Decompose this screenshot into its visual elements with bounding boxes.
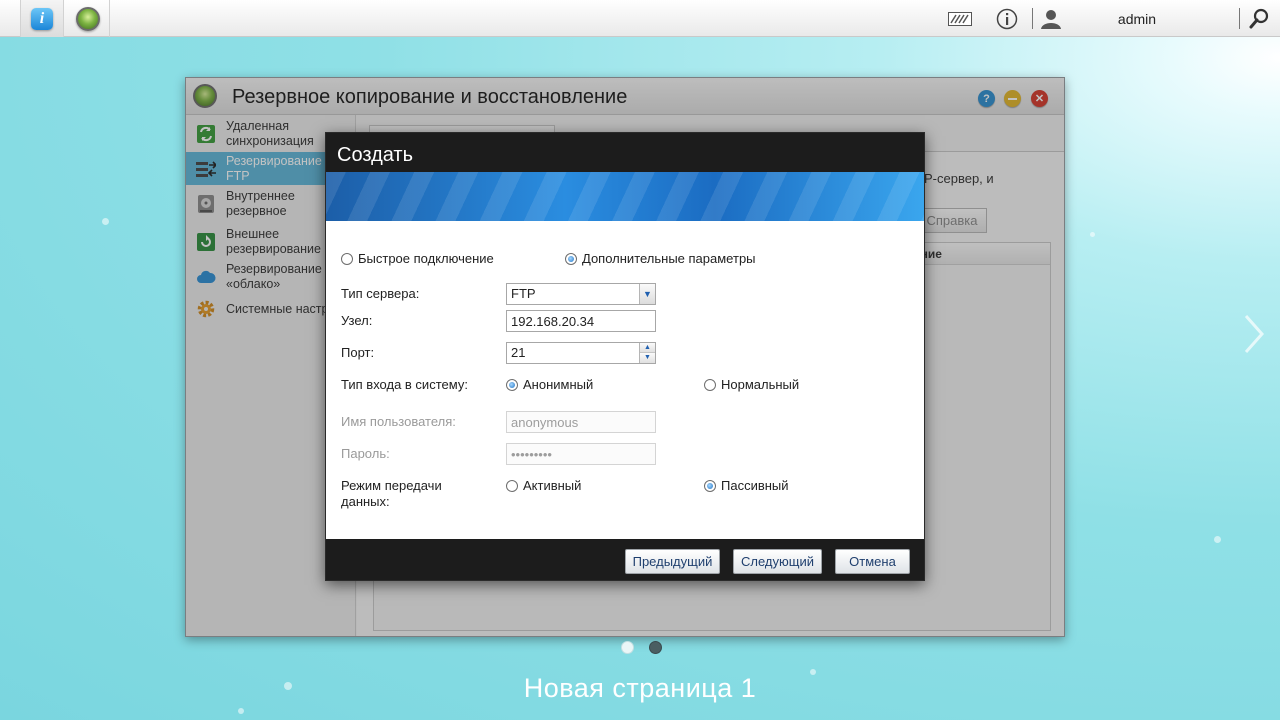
username-label[interactable]: admin — [1100, 0, 1174, 37]
monitor-button[interactable] — [946, 0, 974, 37]
port-spin-buttons[interactable]: ▲ ▼ — [639, 343, 655, 363]
passive-mode-label[interactable]: Пассивный — [721, 478, 789, 493]
taskbar-app-info[interactable]: i — [20, 0, 64, 37]
next-button[interactable]: Следующий — [733, 549, 822, 574]
info-icon: i — [31, 7, 53, 30]
chevron-right-icon[interactable] — [1244, 314, 1264, 354]
quick-connect-radio[interactable] — [341, 253, 353, 265]
dialog-banner — [326, 172, 924, 221]
transfer-mode-label: Режим передачи данных: — [341, 478, 442, 509]
topbar-separator — [1239, 8, 1240, 29]
chevron-down-icon[interactable]: ▼ — [640, 353, 655, 363]
search-icon — [1249, 8, 1269, 28]
dialog-footer: Предыдущий Следующий Отмена — [326, 539, 924, 580]
active-mode-label[interactable]: Активный — [523, 478, 581, 493]
create-dialog: Создать Быстрое подключение Дополнительн… — [325, 132, 925, 581]
previous-button[interactable]: Предыдущий — [625, 549, 720, 574]
background-bubble — [102, 218, 109, 225]
taskbar-app-backup[interactable] — [66, 0, 110, 37]
password-input[interactable] — [506, 443, 656, 465]
dialog-title: Создать — [337, 144, 414, 166]
page-indicator-2[interactable] — [649, 641, 662, 654]
quick-connect-label[interactable]: Быстрое подключение — [358, 251, 494, 266]
info-circle-icon — [996, 8, 1018, 29]
background-bubble — [1214, 536, 1221, 543]
host-label: Узел: — [341, 313, 373, 328]
host-input[interactable] — [506, 310, 656, 332]
anonymous-login-label[interactable]: Анонимный — [523, 377, 593, 392]
dialog-header[interactable]: Создать — [326, 133, 924, 172]
system-info-button[interactable] — [994, 0, 1020, 37]
top-bar: i admin — [0, 0, 1280, 37]
port-value: 21 — [511, 345, 526, 360]
advanced-params-label[interactable]: Дополнительные параметры — [582, 251, 756, 266]
backup-restore-icon — [75, 6, 100, 31]
username-label: Имя пользователя: — [341, 414, 456, 429]
page-caption: Новая страница 1 — [523, 673, 757, 703]
port-label: Порт: — [341, 345, 375, 360]
chevron-down-icon[interactable]: ▼ — [639, 284, 655, 304]
background-bubble — [1090, 232, 1095, 237]
password-label: Пароль: — [341, 446, 390, 461]
cancel-button[interactable]: Отмена — [835, 549, 910, 574]
user-icon — [1041, 9, 1061, 29]
server-type-label: Тип сервера: — [341, 286, 420, 301]
port-stepper[interactable]: 21 ▲ ▼ — [506, 342, 656, 364]
username-input[interactable] — [506, 411, 656, 433]
resource-monitor-icon — [948, 11, 972, 26]
server-type-value: FTP — [511, 286, 536, 301]
advanced-params-radio[interactable] — [565, 253, 577, 265]
background-bubble — [238, 708, 244, 714]
topbar-separator — [1032, 8, 1033, 29]
active-mode-radio[interactable] — [506, 480, 518, 492]
server-type-select[interactable]: FTP ▼ — [506, 283, 656, 305]
normal-login-radio[interactable] — [704, 379, 716, 391]
search-button[interactable] — [1246, 0, 1272, 37]
passive-mode-radio[interactable] — [704, 480, 716, 492]
login-type-label: Тип входа в систему: — [341, 377, 468, 392]
normal-login-label[interactable]: Нормальный — [721, 377, 799, 392]
anonymous-login-radio[interactable] — [506, 379, 518, 391]
page-indicator-1[interactable] — [621, 641, 634, 654]
user-menu-button[interactable] — [1038, 0, 1064, 37]
